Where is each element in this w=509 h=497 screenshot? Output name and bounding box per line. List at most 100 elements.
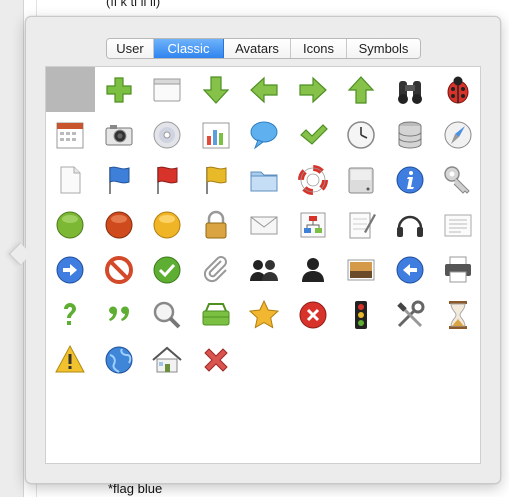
tools-icon-graphic — [396, 300, 425, 327]
tools-icon[interactable] — [386, 292, 435, 337]
arrow-left-circle-icon-graphic — [396, 256, 424, 283]
flag-blue-icon-graphic — [108, 166, 130, 194]
arrow-right-circle-icon-graphic — [56, 256, 84, 283]
tab-classic[interactable]: Classic — [154, 39, 224, 58]
arrow-right-icon[interactable] — [289, 67, 338, 112]
tab-user[interactable]: User — [107, 39, 154, 58]
lock-icon-graphic — [205, 210, 227, 238]
users-icon[interactable] — [240, 247, 289, 292]
camera-icon-graphic — [105, 124, 133, 145]
globe-icon[interactable] — [95, 337, 144, 382]
arrow-down-icon-graphic — [202, 75, 230, 104]
database-icon[interactable] — [386, 112, 435, 157]
folder-icon-graphic — [250, 171, 278, 191]
tab-avatars[interactable]: Avatars — [224, 39, 291, 58]
bullet-yellow-icon-graphic — [153, 211, 181, 238]
delete-x-icon-graphic — [204, 347, 228, 372]
hourglass-icon-graphic — [449, 300, 468, 329]
flag-red-icon[interactable] — [143, 157, 192, 202]
arrow-left-circle-icon[interactable] — [386, 247, 435, 292]
arrow-left-icon[interactable] — [240, 67, 289, 112]
blank-selected-icon[interactable] — [46, 67, 95, 112]
info-icon[interactable] — [386, 157, 435, 202]
question-icon[interactable] — [46, 292, 95, 337]
flag-yellow-icon-graphic — [205, 166, 227, 194]
delete-x-icon[interactable] — [192, 337, 241, 382]
house-icon[interactable] — [143, 337, 192, 382]
traffic-light-icon[interactable] — [337, 292, 386, 337]
bullet-green-icon[interactable] — [46, 202, 95, 247]
window-icon[interactable] — [143, 67, 192, 112]
star-icon[interactable] — [240, 292, 289, 337]
bullet-red-icon[interactable] — [95, 202, 144, 247]
hourglass-icon[interactable] — [434, 292, 483, 337]
bullet-green-icon-graphic — [56, 211, 84, 238]
notepad-icon[interactable] — [337, 202, 386, 247]
shopping-basket-icon[interactable] — [192, 292, 241, 337]
window-icon-graphic — [153, 78, 181, 101]
photo-icon[interactable] — [337, 247, 386, 292]
house-icon-graphic — [152, 346, 182, 372]
ladybug-icon[interactable] — [434, 67, 483, 112]
folder-icon[interactable] — [240, 157, 289, 202]
photo-icon-graphic — [347, 259, 375, 280]
arrow-left-icon-graphic — [250, 76, 278, 103]
chart-icon[interactable] — [192, 112, 241, 157]
arrow-up-icon[interactable] — [337, 67, 386, 112]
bullet-yellow-icon[interactable] — [143, 202, 192, 247]
checkmark-icon[interactable] — [289, 112, 338, 157]
lifebuoy-icon-graphic — [297, 164, 328, 195]
compass-icon[interactable] — [434, 112, 483, 157]
tab-symbols[interactable]: Symbols — [347, 39, 420, 58]
document-top-text: (fi k ti li li) — [106, 0, 161, 9]
flag-red-icon-graphic — [157, 166, 178, 194]
plus-icon[interactable] — [95, 67, 144, 112]
arrow-down-icon[interactable] — [192, 67, 241, 112]
tab-icons[interactable]: Icons — [291, 39, 347, 58]
key-icon-graphic — [444, 165, 470, 194]
icon-set-tabs: User Classic Avatars Icons Symbols — [106, 38, 421, 59]
harddisk-icon-graphic — [348, 167, 374, 193]
user-icon[interactable] — [289, 247, 338, 292]
camera-icon[interactable] — [95, 112, 144, 157]
arrow-right-icon-graphic — [299, 76, 327, 103]
notes-icon[interactable] — [434, 202, 483, 247]
arrow-right-circle-icon[interactable] — [46, 247, 95, 292]
warning-icon[interactable] — [46, 337, 95, 382]
quote-icon[interactable] — [95, 292, 144, 337]
lock-icon[interactable] — [192, 202, 241, 247]
calendar-icon-graphic — [56, 122, 84, 148]
printer-icon-graphic — [445, 256, 472, 282]
network-icon[interactable] — [289, 202, 338, 247]
harddisk-icon[interactable] — [337, 157, 386, 202]
plus-icon-graphic — [106, 76, 132, 103]
binoculars-icon[interactable] — [386, 67, 435, 112]
ok-circle-icon[interactable] — [143, 247, 192, 292]
clock-icon[interactable] — [337, 112, 386, 157]
calendar-icon[interactable] — [46, 112, 95, 157]
speech-bubble-icon-graphic — [250, 121, 278, 149]
bullet-red-icon-graphic — [105, 211, 133, 238]
key-icon[interactable] — [434, 157, 483, 202]
no-entry-icon[interactable] — [95, 247, 144, 292]
mail-icon[interactable] — [240, 202, 289, 247]
speech-bubble-icon[interactable] — [240, 112, 289, 157]
magnifier-icon[interactable] — [143, 292, 192, 337]
star-icon-graphic — [249, 299, 280, 328]
flag-blue-icon[interactable] — [95, 157, 144, 202]
network-icon-graphic — [300, 212, 326, 237]
arrow-up-icon-graphic — [347, 75, 375, 104]
cd-icon[interactable] — [143, 112, 192, 157]
headphones-icon-graphic — [396, 215, 423, 237]
paperclip-icon[interactable] — [192, 247, 241, 292]
flag-yellow-icon[interactable] — [192, 157, 241, 202]
headphones-icon[interactable] — [386, 202, 435, 247]
magnifier-icon-graphic — [154, 301, 181, 328]
shopping-basket-icon-graphic — [202, 302, 230, 325]
lifebuoy-icon[interactable] — [289, 157, 338, 202]
stop-circle-icon[interactable] — [289, 292, 338, 337]
icon-grid-panel — [45, 66, 481, 464]
document-icon[interactable] — [46, 157, 95, 202]
cd-icon-graphic — [153, 121, 181, 148]
printer-icon[interactable] — [434, 247, 483, 292]
